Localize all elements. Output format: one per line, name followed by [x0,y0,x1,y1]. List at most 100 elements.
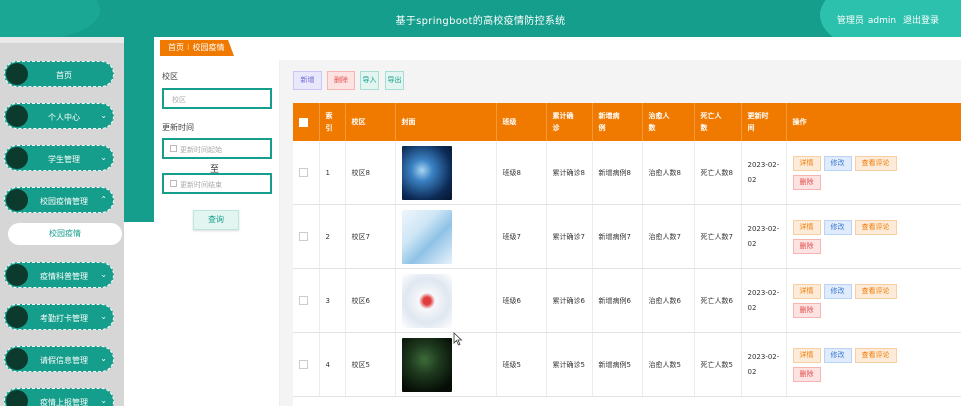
column-header: 死亡人 数 [694,103,742,141]
confirmed-cell: 累计确诊6 [546,268,593,333]
class-cell: 班级5 [496,332,547,397]
index-cell: 3 [319,268,346,333]
sidebar-item-label: 请假信息管理 [40,356,88,365]
class-cell: 班级6 [496,268,547,333]
cover-image[interactable] [401,337,452,392]
breadcrumb-separator: ⁝ [187,43,190,52]
breadcrumb-home[interactable]: 首页 [168,43,184,52]
detail-button[interactable]: 详情 [792,283,821,299]
row-checkbox[interactable] [299,168,308,177]
view-comments-button[interactable]: 查看评论 [854,155,897,171]
row-checkbox[interactable] [299,232,308,241]
update-time-start-input[interactable]: 更新时间起始 [162,138,272,159]
deaths-cell: 死亡人数6 [694,268,742,333]
sidebar-item-attendance-management[interactable]: 考勤打卡管理 ⌄ [4,304,114,330]
campus-cell: 校区7 [345,204,396,269]
sidebar-item-campus-epidemic-management[interactable]: 校园疫情管理 ⌃ [4,187,114,213]
cured-cell: 治愈人数6 [642,268,695,333]
updated-cell: 2023-02-02 [741,204,787,269]
update-time-end-placeholder: 更新时间结束 [180,181,222,189]
data-table-wrapper: 索 引 校区 封面 班级 累计确 诊 新增病 例 治愈人 数 死亡人 数 更新时… [293,103,961,406]
view-comments-button[interactable]: 查看评论 [854,347,897,363]
calendar-icon [170,180,177,187]
confirmed-cell: 累计确诊7 [546,204,593,269]
nav-dot-icon [6,105,28,127]
row-checkbox[interactable] [299,296,308,305]
sidebar-item-leave-management[interactable]: 请假信息管理 ⌄ [4,346,114,372]
delete-button[interactable]: 删除 [792,302,821,318]
query-button[interactable]: 查询 [193,210,239,230]
confirmed-cell: 累计确诊8 [546,141,593,205]
chevron-down-icon: ⌄ [100,270,107,279]
row-checkbox[interactable] [299,360,308,369]
edit-button[interactable]: 修改 [823,155,852,171]
sidebar-item-label: 校园疫情管理 [40,197,88,206]
cured-cell: 治愈人数7 [642,204,695,269]
breadcrumb-current: 校园疫情 [192,43,225,52]
table-row: 2 校区7 班级7 累计确诊7 新增病例7 治愈人数7 死亡人数7 2023-0… [293,204,961,269]
export-button[interactable]: 导出 [385,71,404,90]
sidebar-item-epidemic-report-management[interactable]: 疫情上报管理 ⌄ [4,388,114,406]
logout-link[interactable]: 退出登录 [903,16,939,26]
cover-image[interactable] [401,273,452,328]
nav-dot-icon [6,189,28,211]
nav-dot-icon [6,264,28,286]
edit-button[interactable]: 修改 [823,219,852,235]
sidebar-item-home[interactable]: 首页 [4,61,114,87]
nav-dot-icon [6,63,28,85]
sidebar-item-label: 首页 [56,71,72,80]
sidebar-item-label: 个人中心 [48,113,80,122]
index-cell: 1 [319,141,346,205]
import-button[interactable]: 导入 [360,71,379,90]
new-cases-cell: 新增病例6 [592,268,643,333]
campus-input[interactable]: 校区 [162,88,272,109]
sidebar-subitem-campus-epidemic[interactable]: 校园疫情 [8,223,122,245]
deaths-cell: 死亡人数7 [694,204,742,269]
sidebar-item-label: 考勤打卡管理 [40,314,88,323]
sidebar-item-label: 疫情上报管理 [40,398,88,406]
edit-button[interactable]: 修改 [823,283,852,299]
campus-cell: 校区5 [345,332,396,397]
nav-dot-icon [6,348,28,370]
nav-dot-icon [6,306,28,328]
table-row: 4 校区5 班级5 累计确诊5 新增病例5 治愈人数5 死亡人数5 2023-0… [293,332,961,397]
confirmed-cell: 累计确诊5 [546,332,593,397]
table-header-row: 索 引 校区 封面 班级 累计确 诊 新增病 例 治愈人 数 死亡人 数 更新时… [293,103,961,141]
sidebar-item-label: 学生管理 [48,155,80,164]
class-cell: 班级8 [496,141,547,205]
column-header: 累计确 诊 [546,103,593,141]
delete-button[interactable]: 删除 [792,238,821,254]
deaths-cell: 死亡人数5 [694,332,742,397]
batch-delete-button[interactable]: 删除 [327,71,355,90]
delete-button[interactable]: 删除 [792,366,821,382]
row-select-cell [293,141,320,205]
column-header: 更新时 间 [741,103,787,141]
view-comments-button[interactable]: 查看评论 [854,283,897,299]
cover-image[interactable] [401,145,452,200]
detail-button[interactable]: 详情 [792,155,821,171]
detail-button[interactable]: 详情 [792,347,821,363]
column-header: 封面 [395,103,497,141]
index-cell: 4 [319,332,346,397]
panel-accent-strip [124,37,154,222]
edit-button[interactable]: 修改 [823,347,852,363]
updated-cell: 2023-02-02 [741,268,787,333]
column-header: 索 引 [319,103,346,141]
user-area: 管理员 admin 退出登录 [833,13,939,26]
sidebar-item-personal-center[interactable]: 个人中心 ⌄ [4,103,114,129]
campus-input-placeholder: 校区 [172,96,186,104]
update-time-end-input[interactable]: 更新时间结束 [162,173,272,194]
username: admin [867,16,897,26]
column-header: 新增病 例 [592,103,643,141]
sidebar-item-epidemic-science-management[interactable]: 疫情科普管理 ⌄ [4,262,114,288]
delete-button[interactable]: 删除 [792,174,821,190]
sidebar-top-strip [0,37,124,43]
add-button[interactable]: 新增 [293,71,322,90]
detail-button[interactable]: 详情 [792,219,821,235]
sidebar-item-student-management[interactable]: 学生管理 ⌄ [4,145,114,171]
view-comments-button[interactable]: 查看评论 [854,219,897,235]
select-all-checkbox[interactable] [299,117,308,127]
update-time-start-placeholder: 更新时间起始 [180,146,222,154]
cured-cell: 治愈人数8 [642,141,695,205]
cover-image[interactable] [401,209,452,264]
